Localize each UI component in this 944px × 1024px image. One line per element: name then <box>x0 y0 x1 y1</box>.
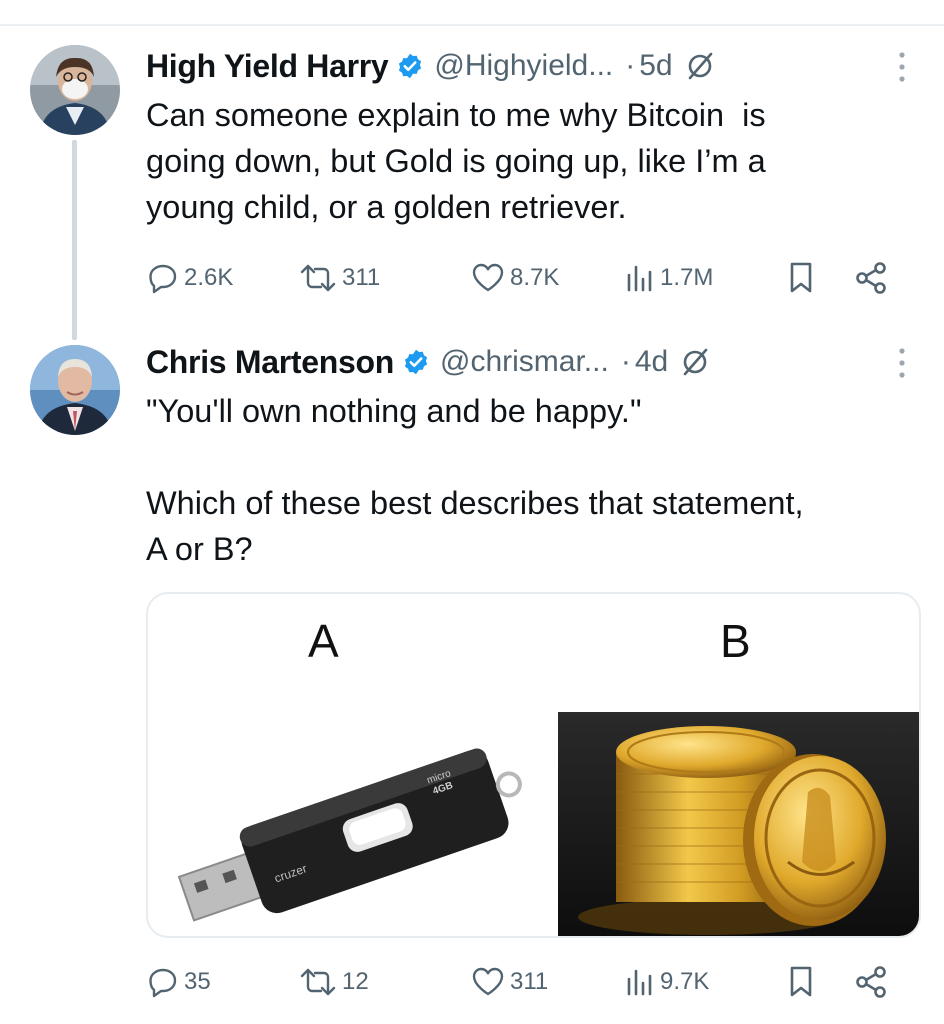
repost-button[interactable]: 12 <box>298 960 369 1004</box>
like-icon <box>472 967 504 996</box>
top-bar <box>0 0 944 26</box>
bookmark-icon[interactable] <box>786 965 816 999</box>
tweet-header: Chris Martenson @chrismar... · 4d <box>146 340 710 384</box>
view-count: 9.7K <box>660 968 710 995</box>
tweet-text: "You'll own nothing and be happy." Which… <box>146 393 804 567</box>
tweet-header: High Yield Harry @Highyield... · 5d <box>146 44 715 88</box>
display-name[interactable]: High Yield Harry <box>146 48 389 85</box>
option-b-label: B <box>720 615 751 667</box>
reply-icon <box>149 968 177 998</box>
tweet-actions: 35 12 311 9.7K <box>146 960 906 1004</box>
views-icon <box>627 265 652 292</box>
option-a-label: A <box>308 615 339 667</box>
timestamp[interactable]: 5d <box>639 49 672 83</box>
share-icon[interactable] <box>854 261 888 295</box>
display-name[interactable]: Chris Martenson <box>146 344 394 381</box>
view-count: 1.7M <box>660 264 714 291</box>
more-options-icon[interactable] <box>896 50 908 84</box>
verified-badge-icon <box>404 349 428 375</box>
repost-icon <box>300 968 336 996</box>
bookmark-icon[interactable] <box>786 261 816 295</box>
verified-badge-icon <box>399 53 422 79</box>
tweet-text: Can someone explain to me why Bitcoin is… <box>146 97 766 225</box>
like-icon <box>472 263 504 292</box>
like-count: 8.7K <box>510 264 560 291</box>
user-handle[interactable]: @chrismar... <box>440 345 609 379</box>
repost-button[interactable]: 311 <box>298 256 380 300</box>
separator-dot: · <box>620 345 631 378</box>
reply-button[interactable]: 2.6K <box>146 256 233 300</box>
grok-icon[interactable] <box>680 347 710 377</box>
timestamp[interactable]: 4d <box>635 345 668 379</box>
reply-button[interactable]: 35 <box>146 960 211 1004</box>
like-button[interactable]: 8.7K <box>470 256 559 300</box>
reply-count: 2.6K <box>184 264 234 291</box>
repost-count: 12 <box>342 968 369 995</box>
share-icon[interactable] <box>854 965 888 999</box>
repost-count: 311 <box>342 264 381 291</box>
views-button[interactable]: 9.7K <box>622 960 709 1004</box>
avatar-high-yield-harry[interactable] <box>30 45 120 135</box>
reply-count: 35 <box>184 968 211 995</box>
user-handle[interactable]: @Highyield... <box>434 49 613 83</box>
like-button[interactable]: 311 <box>470 960 548 1004</box>
grok-icon[interactable] <box>685 51 715 81</box>
more-options-icon[interactable] <box>896 346 908 380</box>
avatar-chris-martenson[interactable] <box>30 345 120 435</box>
views-icon <box>627 969 652 996</box>
media-image-card[interactable]: A B cruzer micro 4GB <box>146 592 921 938</box>
like-count: 311 <box>510 968 549 995</box>
repost-icon <box>300 264 336 292</box>
gold-coins-image <box>558 712 919 936</box>
thread-connector-line <box>72 140 77 340</box>
views-button[interactable]: 1.7M <box>622 256 713 300</box>
tweet-actions: 2.6K 311 8.7K 1.7M <box>146 256 906 300</box>
usb-flash-drive-image: cruzer micro 4GB <box>177 748 522 922</box>
reply-icon <box>149 264 177 294</box>
separator-dot: · <box>625 49 636 82</box>
